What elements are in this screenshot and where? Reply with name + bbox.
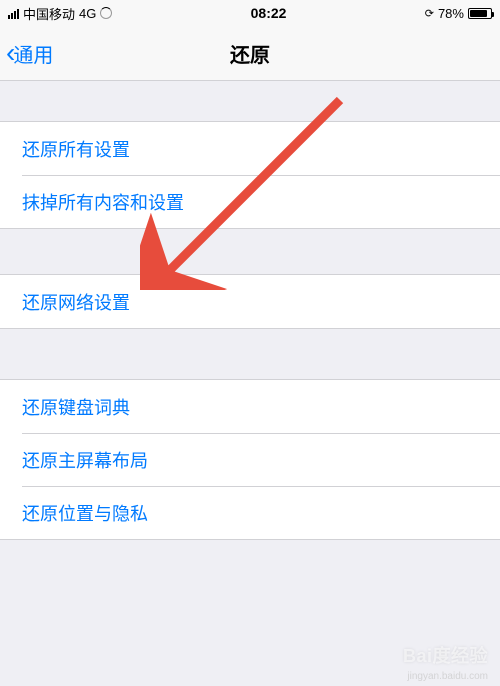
signal-icon (8, 8, 19, 19)
reset-keyboard-dict[interactable]: 还原键盘词典 (0, 380, 500, 433)
row-label: 还原键盘词典 (22, 394, 130, 420)
battery-pct-label: 78% (438, 6, 464, 21)
nav-bar: ‹ 通用 还原 (0, 26, 500, 81)
battery-icon (468, 8, 492, 19)
page-title: 还原 (0, 39, 500, 68)
back-label: 通用 (13, 39, 53, 68)
settings-group-3: 还原键盘词典 还原主屏幕布局 还原位置与隐私 (0, 379, 500, 540)
settings-group-1: 还原所有设置 抹掉所有内容和设置 (0, 121, 500, 229)
clock-label: 08:22 (251, 5, 287, 21)
status-right: ⟳ 78% (425, 6, 492, 21)
settings-group-2: 还原网络设置 (0, 274, 500, 329)
orientation-lock-icon: ⟳ (425, 7, 434, 20)
row-label: 抹掉所有内容和设置 (22, 189, 184, 215)
network-label: 4G (79, 6, 96, 21)
status-left: 中国移动 4G (8, 4, 112, 23)
row-label: 还原所有设置 (22, 136, 130, 162)
reset-location-privacy[interactable]: 还原位置与隐私 (0, 486, 500, 539)
erase-all-content[interactable]: 抹掉所有内容和设置 (0, 175, 500, 228)
row-label: 还原网络设置 (22, 289, 130, 315)
row-label: 还原位置与隐私 (22, 500, 148, 526)
back-button[interactable]: ‹ 通用 (0, 39, 53, 68)
loading-spinner-icon (100, 7, 112, 19)
reset-all-settings[interactable]: 还原所有设置 (0, 122, 500, 175)
reset-network-settings[interactable]: 还原网络设置 (0, 275, 500, 328)
carrier-label: 中国移动 (23, 4, 75, 23)
reset-home-layout[interactable]: 还原主屏幕布局 (0, 433, 500, 486)
row-label: 还原主屏幕布局 (22, 447, 148, 473)
watermark: Bai度经验 (403, 642, 488, 668)
status-bar: 中国移动 4G 08:22 ⟳ 78% (0, 0, 500, 26)
watermark-sub: jingyan.baidu.com (407, 671, 488, 682)
